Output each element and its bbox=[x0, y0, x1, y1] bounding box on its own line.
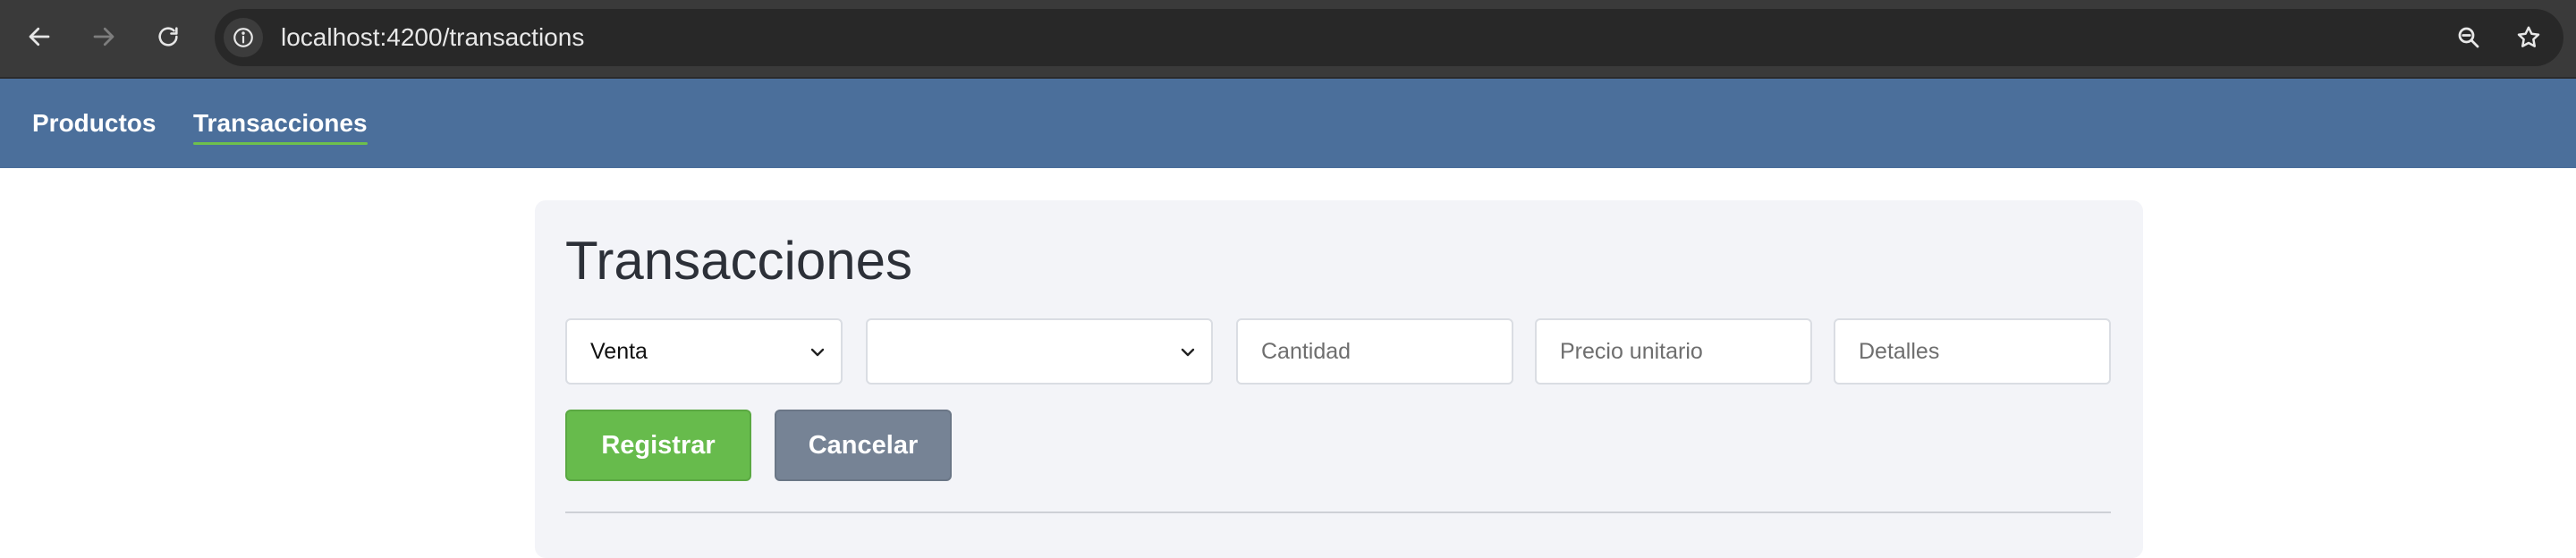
site-info-button[interactable] bbox=[224, 18, 263, 57]
address-bar[interactable]: localhost:4200/transactions bbox=[215, 9, 2563, 66]
page-title: Transacciones bbox=[565, 231, 912, 291]
chevron-down-icon bbox=[1181, 348, 1195, 357]
reload-icon bbox=[158, 27, 178, 46]
app-navbar: Productos Transacciones bbox=[0, 79, 2576, 168]
cancel-button[interactable]: Cancelar bbox=[775, 410, 952, 481]
star-icon bbox=[2517, 26, 2540, 47]
details-placeholder: Detalles bbox=[1859, 338, 1940, 364]
forward-button[interactable] bbox=[84, 17, 123, 56]
zoom-button[interactable] bbox=[2449, 18, 2488, 57]
back-button[interactable] bbox=[20, 17, 59, 56]
forward-arrow-icon bbox=[93, 27, 114, 46]
quantity-input[interactable]: Cantidad bbox=[1236, 318, 1513, 385]
nav-link-transacciones[interactable]: Transacciones bbox=[193, 79, 368, 168]
divider bbox=[565, 512, 2111, 513]
quantity-placeholder: Cantidad bbox=[1261, 338, 1352, 364]
register-button[interactable]: Registrar bbox=[565, 410, 751, 481]
product-select[interactable] bbox=[866, 318, 1213, 385]
info-icon bbox=[233, 28, 253, 47]
reload-button[interactable] bbox=[148, 17, 188, 56]
nav-link-productos[interactable]: Productos bbox=[32, 79, 156, 168]
unit-price-placeholder: Precio unitario bbox=[1560, 338, 1703, 364]
unit-price-input[interactable]: Precio unitario bbox=[1535, 318, 1812, 385]
back-arrow-icon bbox=[29, 27, 50, 46]
transactions-card: Transacciones Venta Cantidad Precio unit… bbox=[535, 200, 2143, 558]
browser-toolbar: localhost:4200/transactions bbox=[0, 0, 2576, 79]
transaction-type-select[interactable]: Venta bbox=[565, 318, 843, 385]
transaction-type-value: Venta bbox=[590, 338, 648, 364]
url-text[interactable]: localhost:4200/transactions bbox=[281, 9, 584, 66]
details-input[interactable]: Detalles bbox=[1834, 318, 2111, 385]
zoom-out-icon bbox=[2458, 27, 2479, 48]
bookmark-button[interactable] bbox=[2509, 18, 2548, 57]
chevron-down-icon bbox=[810, 348, 825, 357]
